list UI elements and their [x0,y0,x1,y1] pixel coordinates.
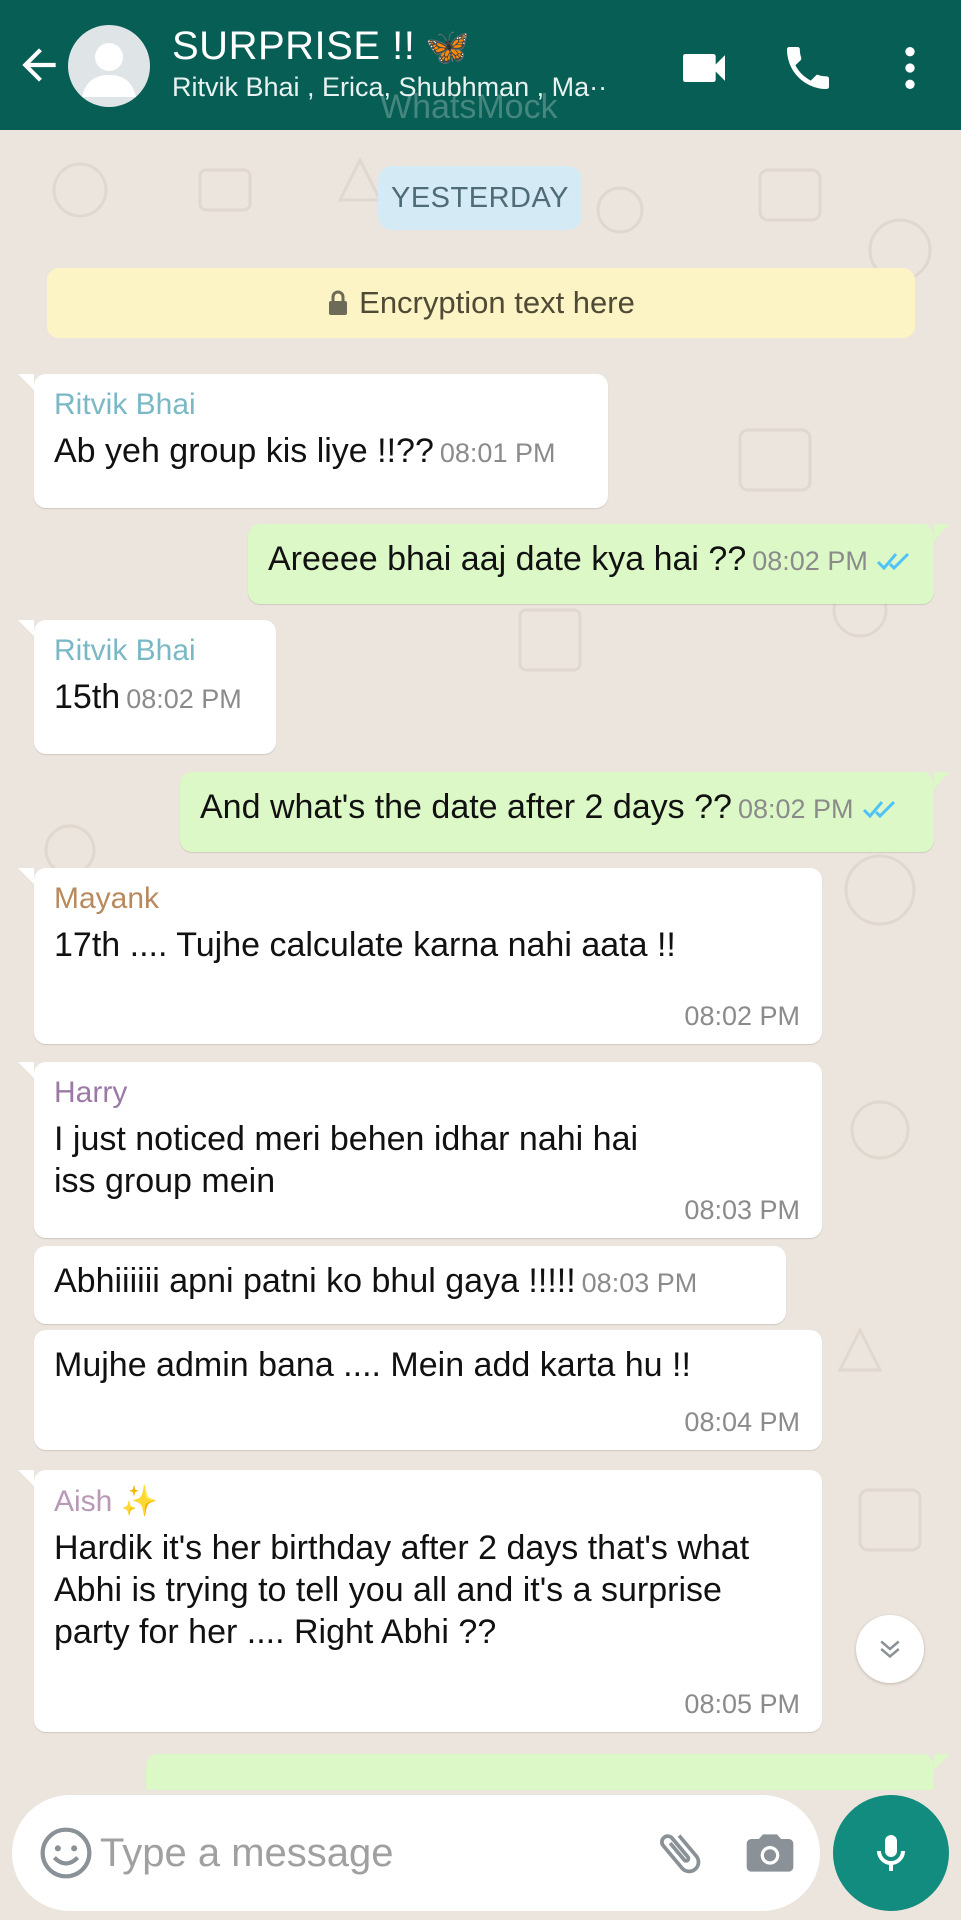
message-bubble-outgoing[interactable]: And what's the date after 2 days ?? 08:02… [180,772,950,852]
encryption-notice[interactable]: Encryption text here [47,268,915,338]
message-bubble-outgoing[interactable]: Areeee bhai aaj date kya hai ?? 08:02 PM [248,524,950,604]
message-text: 17th .... Tujhe calculate karna nahi aat… [54,926,676,964]
attach-icon[interactable] [652,1825,708,1881]
sender-name: Ritvik Bhai [54,388,196,421]
message-text: I just noticed meri behen idhar nahi hai… [54,1120,639,1200]
message-text: Areeee bhai aaj date kya hai ?? [268,540,747,578]
message-bubble[interactable]: Ritvik Bhai 15th 08:02 PM [18,620,276,754]
avatar-icon [82,43,136,97]
group-title[interactable]: SURPRISE !! 🦋 [172,24,471,69]
watermark: WhatsMock [380,88,558,126]
message-text: Mujhe admin bana .... Mein add karta hu … [54,1346,691,1384]
message-input[interactable] [100,1815,640,1891]
message-bubble[interactable]: Mayank 17th .... Tujhe calculate karna n… [18,868,822,1044]
mic-button[interactable] [833,1795,949,1911]
message-text: And what's the date after 2 days ?? [200,788,732,826]
date-chip: YESTERDAY [378,166,582,230]
message-time: 08:01 PM [439,438,556,468]
group-avatar[interactable] [68,25,150,107]
message-bubble[interactable]: Abhiiiiii apni patni ko bhul gaya !!!!! 0… [34,1246,786,1324]
sender-name: Ritvik Bhai [54,634,196,667]
message-time: 08:04 PM [684,1407,800,1437]
chat-area[interactable]: YESTERDAY Encryption text here Ritvik Bh… [0,130,961,1790]
message-composer [12,1795,820,1911]
lock-icon [329,290,348,315]
message-time: 08:02 PM [752,546,868,576]
message-bubble-outgoing-partial[interactable] [146,1754,950,1790]
encryption-text: Encryption text here [359,285,635,320]
phone-icon[interactable] [780,40,836,96]
message-text: Abhiiiiii apni patni ko bhul gaya !!!!! [54,1262,576,1300]
message-time: 08:02 PM [737,794,854,824]
emoji-icon[interactable] [38,1825,94,1881]
message-text: Hardik it's her birthday after 2 days th… [54,1529,750,1651]
back-arrow-icon[interactable] [14,40,64,90]
message-time: 08:02 PM [126,684,242,714]
scroll-down-button[interactable] [856,1615,924,1683]
more-vert-icon[interactable] [882,40,938,96]
sender-name: Mayank [54,882,160,915]
sender-name: Harry [54,1076,128,1109]
message-time: 08:02 PM [684,1001,800,1031]
message-text: Ab yeh group kis liye !!?? [54,432,434,470]
read-ticks-icon [876,552,909,571]
double-chevron-down-icon [880,1640,900,1659]
butterfly-emoji: 🦋 [425,26,471,67]
group-title-text: SURPRISE !! [172,24,416,68]
message-time: 08:03 PM [581,1268,698,1298]
read-ticks-icon [862,800,895,819]
message-bubble[interactable]: Ritvik Bhai Ab yeh group kis liye !!?? 08… [18,374,608,508]
message-bubble[interactable]: Harry I just noticed meri behen idhar na… [18,1062,822,1238]
camera-icon[interactable] [742,1825,798,1881]
message-bubble[interactable]: Aish ✨ Hardik it's her birthday after 2 … [18,1470,822,1732]
message-time: 08:05 PM [684,1689,800,1719]
sender-name: Aish ✨ [54,1485,159,1518]
message-text: 15th [54,678,121,716]
message-bubble[interactable]: Mujhe admin bana .... Mein add karta hu … [34,1330,822,1450]
message-time: 08:03 PM [684,1195,800,1225]
chat-header: SURPRISE !! 🦋 Ritvik Bhai , Erica, Shubhm… [0,0,961,130]
mic-icon [877,1835,905,1871]
video-call-icon[interactable] [676,40,732,96]
